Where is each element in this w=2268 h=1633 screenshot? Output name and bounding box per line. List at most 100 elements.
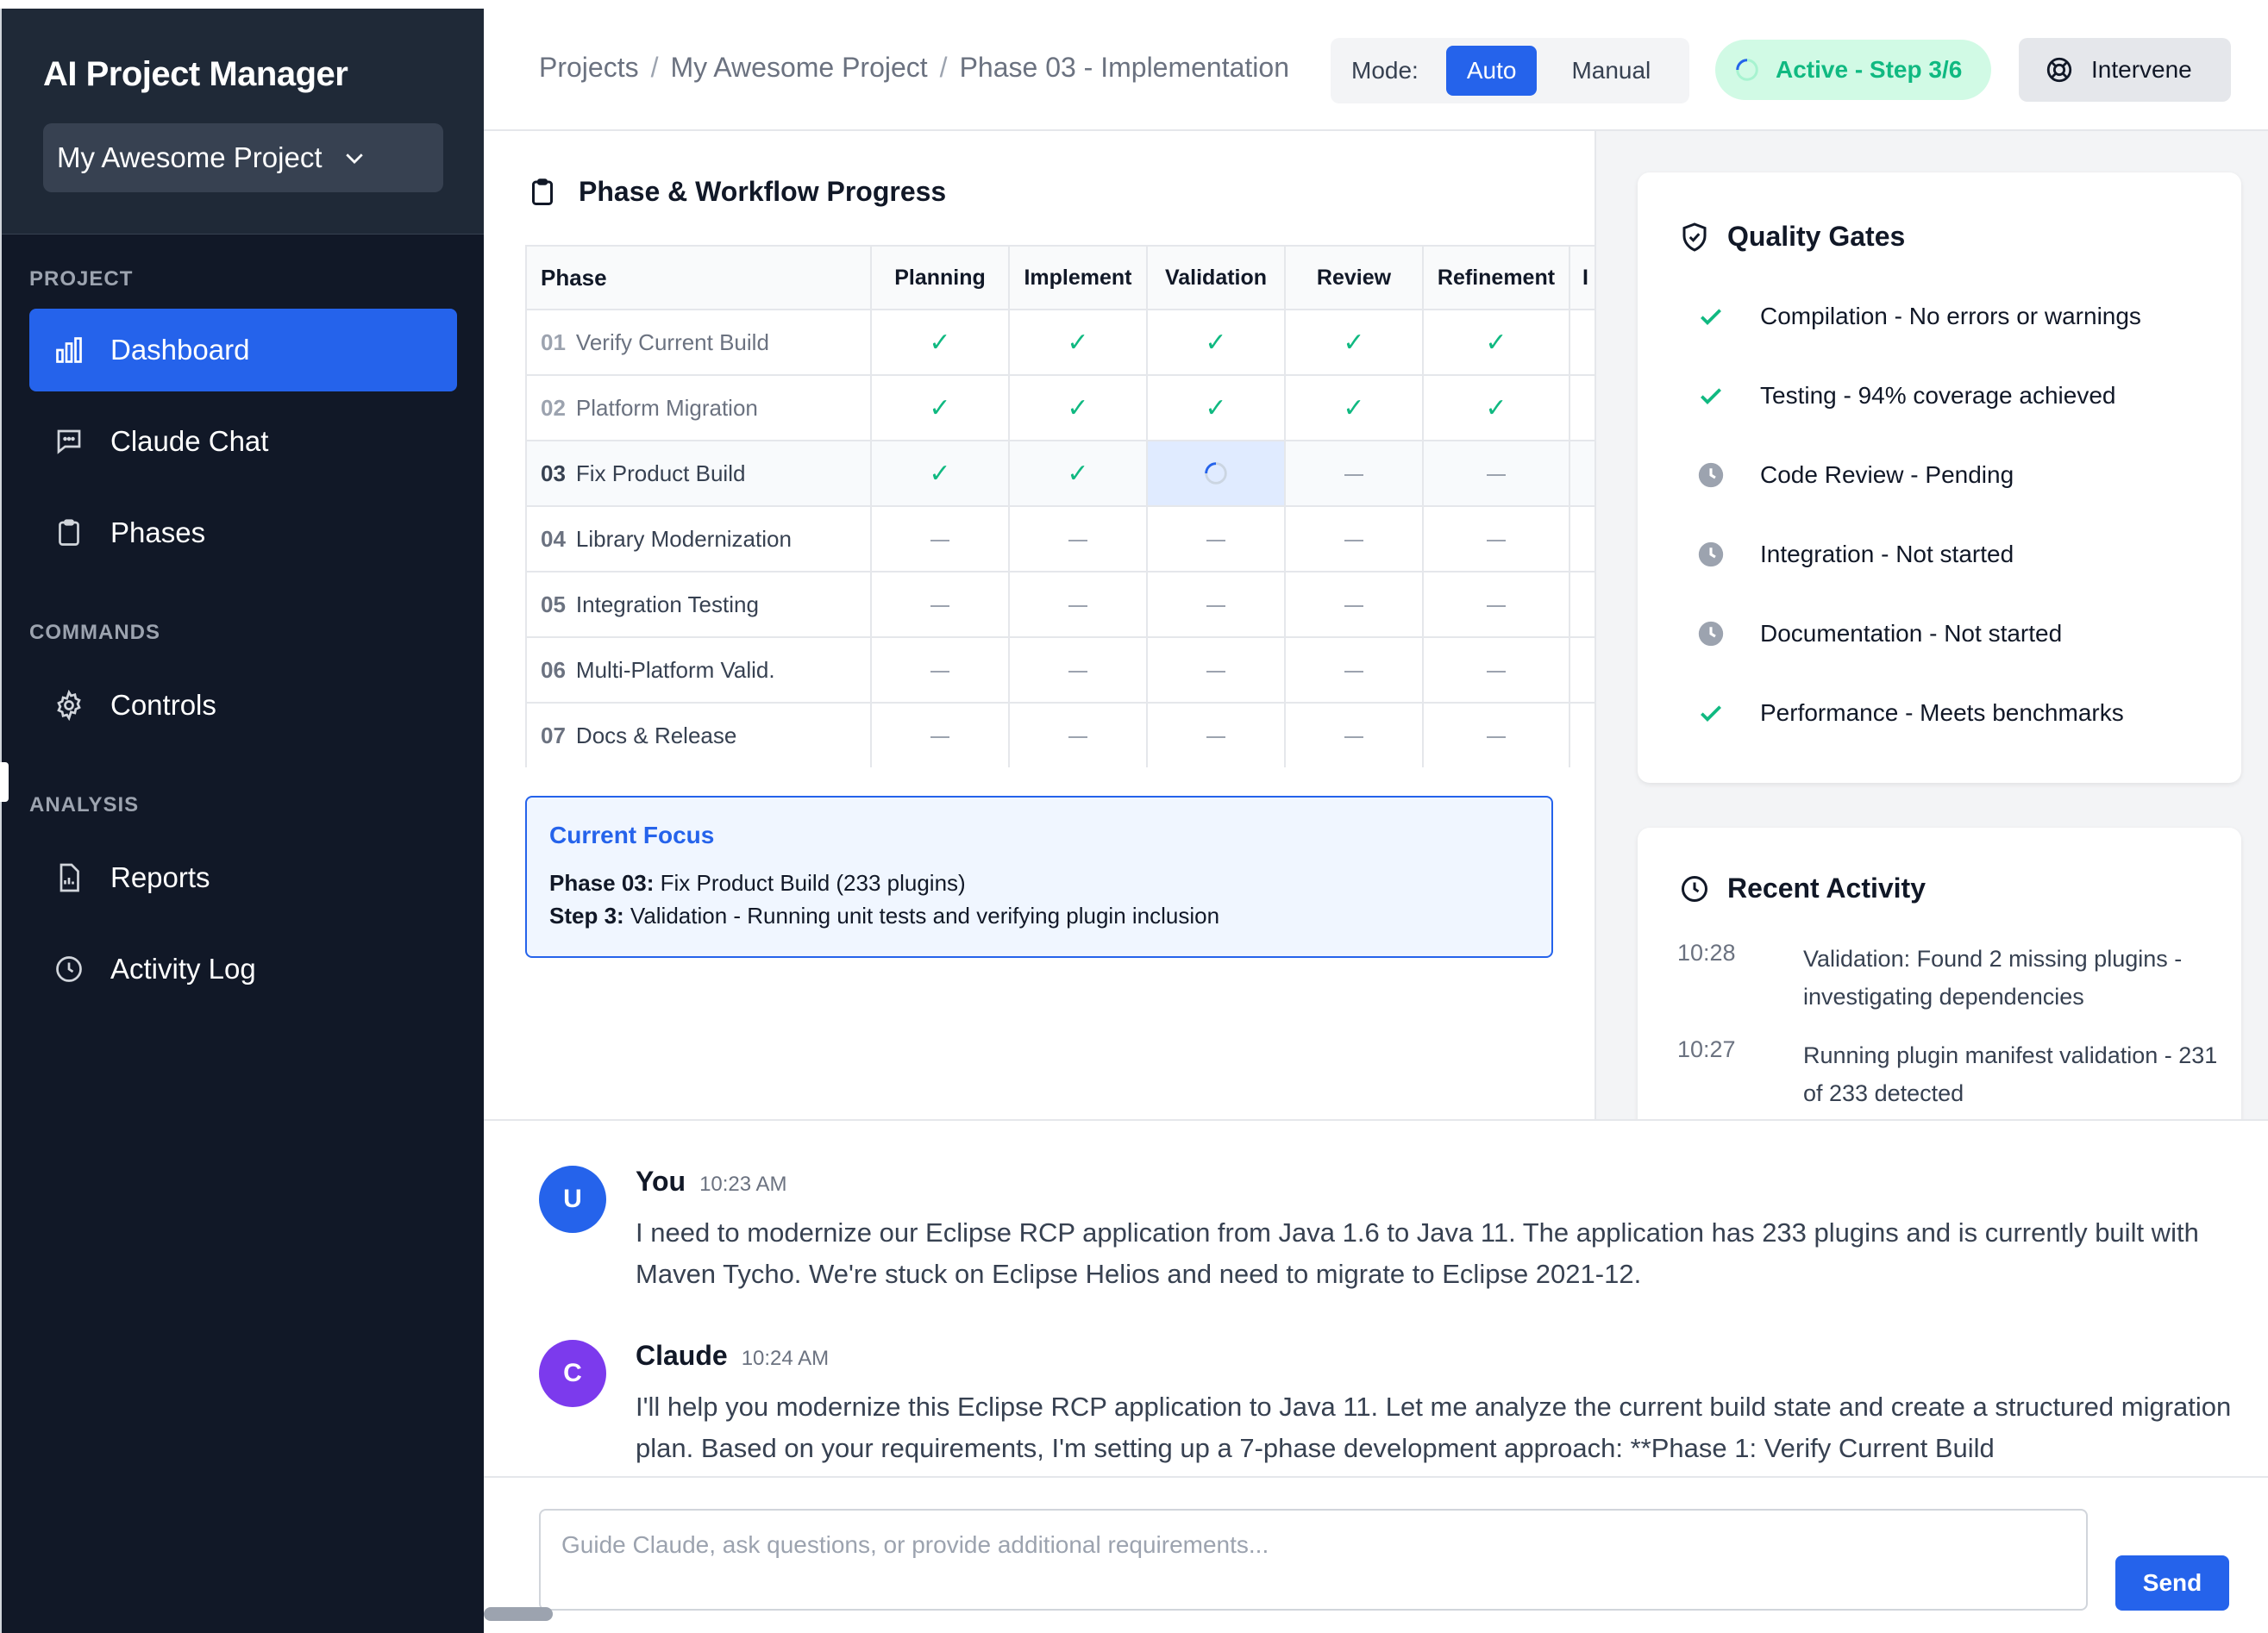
breadcrumb-project[interactable]: My Awesome Project: [670, 52, 927, 83]
step-pending-cell: [870, 636, 1010, 704]
dash-icon: [1206, 670, 1225, 673]
checkmark-icon: ✓: [1343, 393, 1365, 422]
sidebar-item-label: Controls: [110, 689, 216, 721]
sidebar-item-label: Claude Chat: [110, 425, 269, 457]
phase-name: Multi-Platform Valid.: [575, 656, 775, 683]
step-pending-cell: [1008, 505, 1148, 572]
step-done-cell: ✓: [870, 374, 1010, 441]
dash-icon: [1344, 604, 1363, 607]
current-focus-phase: Phase 03: Fix Product Build (233 plugins…: [549, 867, 1529, 899]
current-focus-title: Current Focus: [549, 822, 715, 848]
column-header: Implement: [1008, 245, 1148, 310]
chat-thread[interactable]: U You 10:23 AM I need to modernize our E…: [484, 1119, 2268, 1476]
status-badge: Active - Step 3/6: [1715, 40, 1991, 100]
step-done-cell: ✓: [1146, 374, 1286, 441]
checkmark-icon: ✓: [1067, 328, 1089, 357]
clock-icon: [1682, 875, 1707, 902]
activity-time: 10:28: [1677, 940, 1736, 966]
table-row[interactable]: 04 Library Modernization: [525, 505, 1594, 572]
phase-number: 01: [541, 328, 566, 355]
phase-name: Integration Testing: [575, 591, 759, 617]
send-button[interactable]: Send: [2115, 1555, 2229, 1611]
lifebuoy-icon: [2046, 57, 2072, 83]
table-row[interactable]: 05 Integration Testing: [525, 571, 1594, 638]
overflow-cell: [1569, 309, 1594, 376]
sidebar-item-label: Dashboard: [110, 334, 250, 366]
sidebar-item-phases[interactable]: Phases: [29, 491, 457, 574]
dash-icon: [1068, 735, 1087, 738]
step-done-cell: ✓: [1284, 374, 1424, 441]
quality-gate-label: Compilation - No errors or warnings: [1760, 303, 2141, 329]
clipboard-icon: [52, 516, 86, 550]
project-selector[interactable]: My Awesome Project: [43, 123, 443, 192]
column-header: Review: [1284, 245, 1424, 310]
dash-icon: [930, 735, 949, 738]
sidebar-item-controls[interactable]: Controls: [29, 664, 457, 747]
spinner-icon: [1205, 462, 1227, 485]
step-done-cell: ✓: [870, 309, 1010, 376]
dash-icon: [1206, 735, 1225, 738]
activity-time: 10:27: [1677, 1036, 1736, 1062]
phase-name-cell: 07 Docs & Release: [525, 702, 872, 767]
column-header: Refinement: [1422, 245, 1570, 310]
step-pending-cell: [870, 571, 1010, 638]
focus-step-label: Step 3:: [549, 903, 624, 929]
table-row[interactable]: 02 Platform Migration ✓ ✓ ✓ ✓ ✓: [525, 374, 1594, 441]
table-row[interactable]: 01 Verify Current Build ✓ ✓ ✓ ✓ ✓: [525, 309, 1594, 376]
dash-icon: [1487, 670, 1506, 673]
right-panel[interactable]: Quality Gates Compilation - No errors or…: [1596, 131, 2268, 1119]
mode-auto-button[interactable]: Auto: [1445, 46, 1538, 96]
current-focus-box: Current Focus Phase 03: Fix Product Buil…: [525, 796, 1553, 958]
quality-gate-item: Code Review - Pending: [1696, 460, 2014, 490]
dash-icon: [1206, 604, 1225, 607]
dash-icon: [930, 670, 949, 673]
sidebar-resize-handle[interactable]: [0, 762, 9, 802]
step-done-cell: ✓: [1284, 309, 1424, 376]
quality-gate-label: Code Review - Pending: [1760, 461, 2014, 488]
checkmark-icon: ✓: [1485, 328, 1507, 357]
sidebar-item-dashboard[interactable]: Dashboard: [29, 309, 457, 391]
table-row[interactable]: 06 Multi-Platform Valid.: [525, 636, 1594, 704]
mode-label: Mode:: [1351, 57, 1419, 84]
step-done-cell: ✓: [1422, 374, 1570, 441]
dash-icon: [930, 539, 949, 541]
message-author: Claude: [636, 1340, 728, 1371]
activity-item: 10:28 Validation: Found 2 missing plugin…: [1677, 940, 2229, 1016]
overflow-cell: [1569, 702, 1594, 767]
breadcrumb-separator: /: [650, 52, 659, 83]
phase-name-cell: 02 Platform Migration: [525, 374, 872, 441]
project-selector-value: My Awesome Project: [57, 141, 323, 173]
checkmark-icon: [1696, 698, 1726, 728]
table-row[interactable]: 07 Docs & Release: [525, 702, 1594, 767]
mode-manual-button[interactable]: Manual: [1551, 46, 1671, 96]
step-pending-cell: [1146, 636, 1286, 704]
sidebar-item-activity-log[interactable]: Activity Log: [29, 928, 457, 1010]
shield-check-icon: [1682, 222, 1707, 252]
intervene-button[interactable]: Intervene: [2019, 38, 2231, 102]
checkmark-icon: ✓: [929, 393, 951, 422]
avatar: U: [539, 1166, 606, 1233]
phase-number: 03: [541, 460, 566, 486]
overflow-cell: [1569, 374, 1594, 441]
phase-name-cell: 06 Multi-Platform Valid.: [525, 636, 872, 704]
dash-icon: [1068, 604, 1087, 607]
recent-activity-title: Recent Activity: [1679, 873, 1926, 904]
sidebar-item-reports[interactable]: Reports: [29, 836, 457, 919]
quality-gates-card: Quality Gates Compilation - No errors or…: [1638, 172, 2241, 783]
chat-input[interactable]: [539, 1509, 2088, 1611]
phase-name-cell: 04 Library Modernization: [525, 505, 872, 572]
message-text: I'll help you modernize this Eclipse RCP…: [636, 1392, 2232, 1463]
phase-table-scroll[interactable]: Phase Planning Implement Validation Revi…: [525, 245, 1594, 767]
phase-number: 04: [541, 525, 566, 552]
sidebar-item-label: Phases: [110, 516, 206, 548]
breadcrumb-projects[interactable]: Projects: [539, 52, 639, 83]
focus-step-text: Validation - Running unit tests and veri…: [623, 903, 1220, 929]
horizontal-scrollbar[interactable]: [484, 1607, 553, 1621]
step-pending-cell: [1146, 702, 1286, 767]
section-label-project: PROJECT: [29, 267, 134, 291]
table-row[interactable]: 03 Fix Product Build ✓ ✓: [525, 440, 1594, 507]
sidebar-item-claude-chat[interactable]: Claude Chat: [29, 400, 457, 483]
overflow-cell: [1569, 636, 1594, 704]
checkmark-icon: ✓: [929, 459, 951, 488]
step-pending-cell: [1284, 571, 1424, 638]
